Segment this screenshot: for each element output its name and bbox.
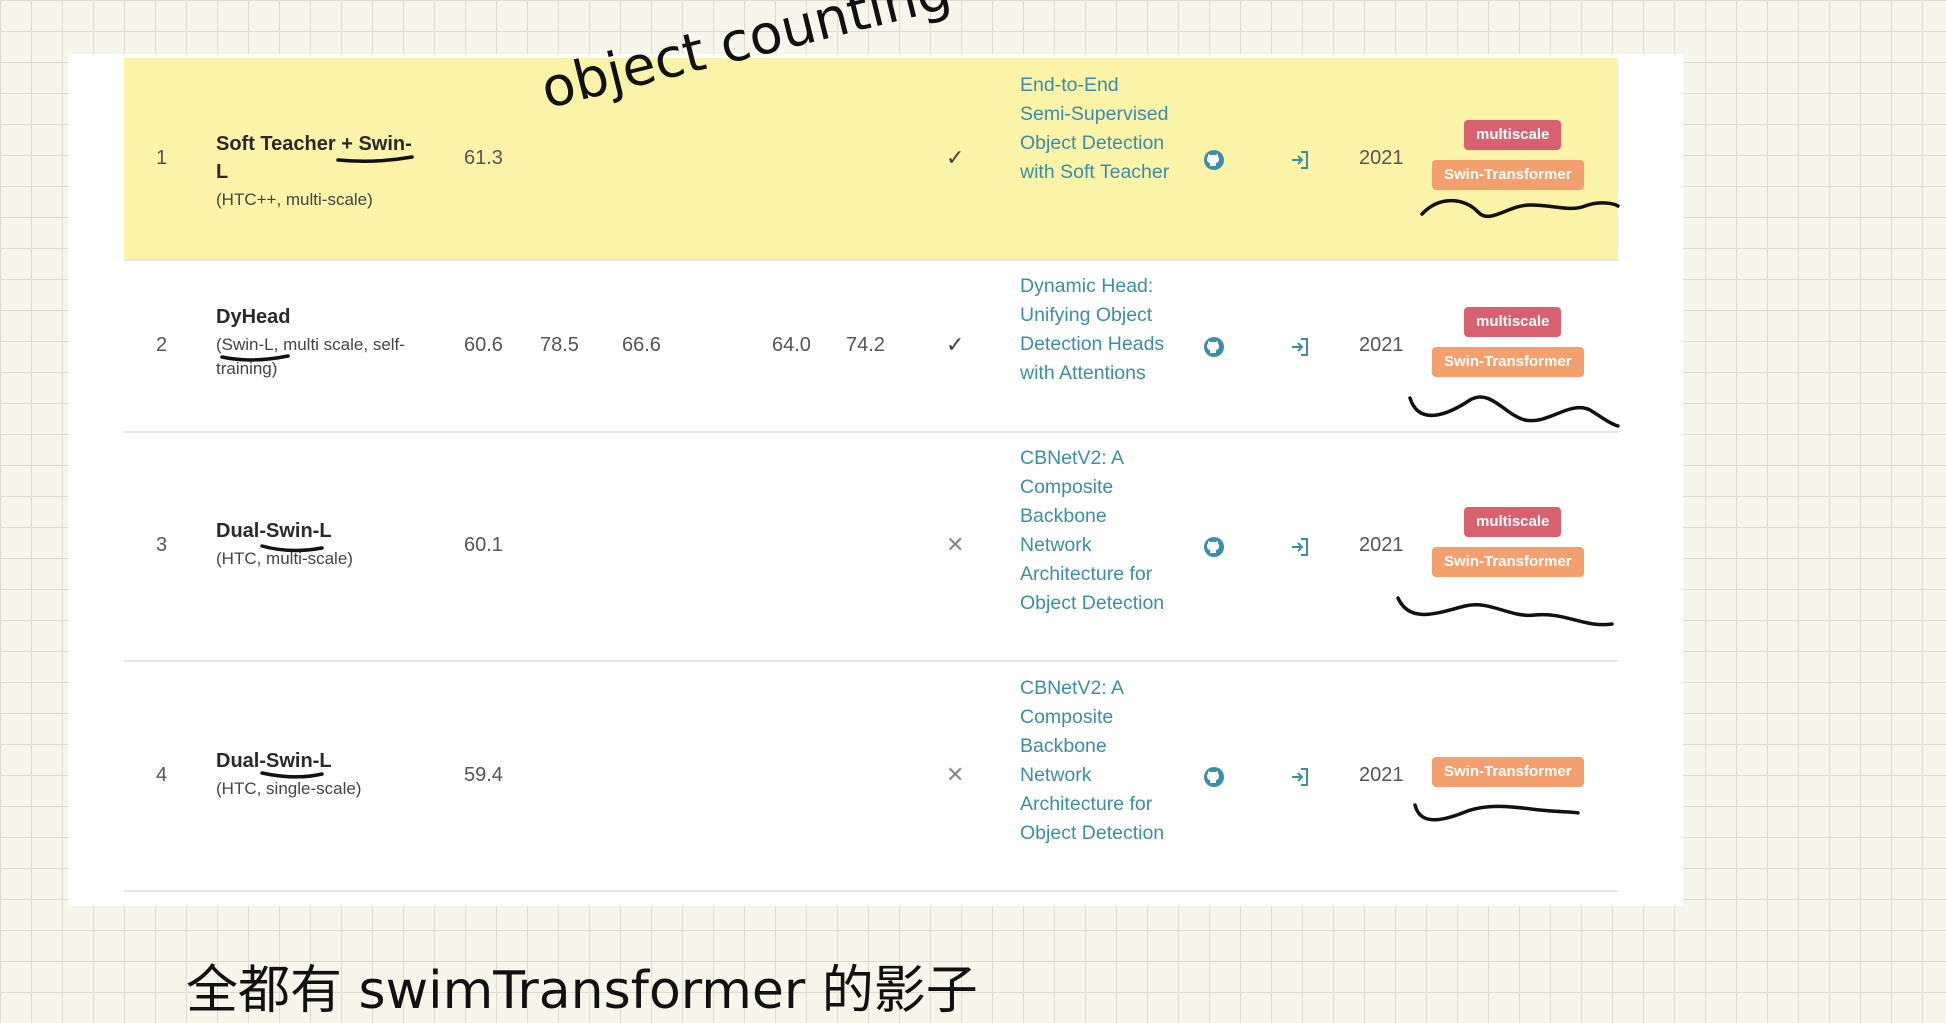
- github-icon[interactable]: [1202, 765, 1226, 789]
- rank: 2: [156, 334, 168, 356]
- sign-in-icon[interactable]: [1288, 765, 1312, 789]
- tag-list: multiscale Swin-Transformer: [1432, 507, 1602, 587]
- rank: 4: [156, 764, 168, 786]
- sign-in-icon[interactable]: [1288, 335, 1312, 359]
- box-ap: 60.1: [464, 534, 503, 556]
- table-row: 1 Soft Teacher + Swin-L (HTC++, multi-sc…: [124, 58, 1618, 261]
- year: 2021: [1359, 334, 1404, 356]
- extra-data-check: ✓: [946, 145, 965, 170]
- ap75: 66.6: [622, 334, 661, 356]
- tag-swin-transformer[interactable]: Swin-Transformer: [1432, 547, 1584, 577]
- model-name: Dual-Swin-L: [216, 750, 332, 772]
- model-detail: (Swin-L, multi scale, self-training): [216, 335, 405, 378]
- box-ap: 60.6: [464, 334, 503, 356]
- tag-list: Swin-Transformer: [1432, 757, 1602, 797]
- sign-in-icon[interactable]: [1288, 535, 1312, 559]
- tag-multiscale[interactable]: multiscale: [1464, 307, 1562, 337]
- apm: 74.2: [846, 334, 885, 356]
- tag-multiscale[interactable]: multiscale: [1464, 120, 1562, 150]
- rank: 1: [156, 147, 168, 169]
- paper-link[interactable]: Dynamic Head: Unifying Object Detection …: [1020, 272, 1170, 388]
- tag-swin-transformer[interactable]: Swin-Transformer: [1432, 160, 1584, 190]
- rank: 3: [156, 534, 168, 556]
- year: 2021: [1359, 147, 1404, 169]
- model-detail: (HTC++, multi-scale): [216, 190, 373, 209]
- github-icon[interactable]: [1202, 335, 1226, 359]
- box-ap: 59.4: [464, 764, 503, 786]
- table-row: 2 DyHead (Swin-L, multi scale, self-trai…: [124, 261, 1618, 433]
- year: 2021: [1359, 534, 1404, 556]
- model-cell: Soft Teacher + Swin-L (HTC++, multi-scal…: [216, 130, 416, 212]
- model-cell: DyHead (Swin-L, multi scale, self-traini…: [216, 303, 416, 381]
- model-name: Soft Teacher + Swin-L: [216, 133, 412, 183]
- table-row: 3 Dual-Swin-L (HTC, multi-scale) 60.1 ✕ …: [124, 433, 1618, 662]
- paper-link[interactable]: CBNetV2: A Composite Backbone Network Ar…: [1020, 674, 1170, 848]
- github-icon[interactable]: [1202, 535, 1226, 559]
- model-cell: Dual-Swin-L (HTC, multi-scale): [216, 517, 416, 571]
- aps: 64.0: [772, 334, 811, 356]
- tag-swin-transformer[interactable]: Swin-Transformer: [1432, 347, 1584, 377]
- github-icon[interactable]: [1202, 148, 1226, 172]
- extra-data-cross: ✕: [946, 532, 965, 557]
- paper-link[interactable]: CBNetV2: A Composite Backbone Network Ar…: [1020, 444, 1170, 618]
- tag-list: multiscale Swin-Transformer: [1432, 120, 1602, 200]
- box-ap: 61.3: [464, 147, 503, 169]
- tag-list: multiscale Swin-Transformer: [1432, 307, 1602, 387]
- year: 2021: [1359, 764, 1404, 786]
- tag-multiscale[interactable]: multiscale: [1464, 507, 1562, 537]
- extra-data-cross: ✕: [946, 762, 965, 787]
- handwritten-note-swin-shadow: 全都有 swimTransformer 的影子: [186, 961, 978, 1021]
- table-row: 4 Dual-Swin-L (HTC, single-scale) 59.4 ✕…: [124, 662, 1618, 892]
- model-name: DyHead: [216, 306, 291, 328]
- ap50: 78.5: [540, 334, 579, 356]
- model-name: Dual-Swin-L: [216, 520, 332, 542]
- model-detail: (HTC, single-scale): [216, 779, 362, 798]
- paper-link[interactable]: End-to-End Semi-Supervised Object Detect…: [1020, 71, 1170, 187]
- extra-data-check: ✓: [946, 332, 965, 357]
- model-detail: (HTC, multi-scale): [216, 549, 353, 568]
- model-cell: Dual-Swin-L (HTC, single-scale): [216, 747, 416, 801]
- tag-swin-transformer[interactable]: Swin-Transformer: [1432, 757, 1584, 787]
- sign-in-icon[interactable]: [1288, 148, 1312, 172]
